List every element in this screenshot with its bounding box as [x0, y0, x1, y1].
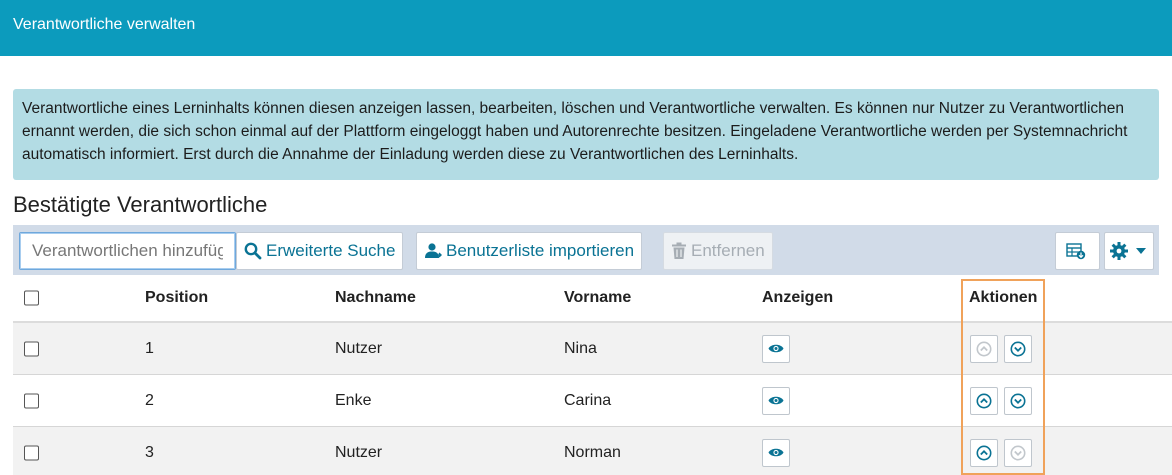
move-up-button[interactable] [970, 438, 998, 467]
search-icon [244, 242, 262, 260]
page-title: Verantwortliche verwalten [13, 16, 196, 33]
arrow-down-circle-icon [1010, 445, 1026, 460]
import-user-list-button[interactable]: Benutzerliste importieren [416, 232, 643, 270]
column-header-vorname[interactable]: Vorname [564, 289, 631, 307]
row-nachname: Nutzer [335, 443, 383, 461]
remove-label: Entfernen [691, 241, 765, 260]
move-down-button[interactable] [1004, 386, 1032, 415]
move-down-button[interactable] [1004, 334, 1032, 363]
row-checkbox[interactable] [24, 445, 39, 460]
section-title: Bestätigte Verantwortliche [13, 192, 268, 217]
column-header-anzeigen: Anzeigen [762, 289, 834, 306]
table-toolbar: Erweiterte Suche Benutzerliste importier… [13, 225, 1159, 275]
table-row: 2 Enke Carina [13, 375, 1172, 427]
caret-down-icon [1135, 248, 1146, 254]
view-button[interactable] [762, 334, 790, 363]
row-nachname: Enke [335, 391, 372, 409]
arrow-up-circle-icon [976, 341, 992, 356]
info-message: Verantwortliche eines Lerninhalts können… [13, 89, 1159, 180]
row-position: 1 [145, 339, 154, 357]
import-user-list-label: Benutzerliste importieren [446, 241, 635, 260]
row-checkbox[interactable] [24, 341, 39, 356]
remove-button[interactable]: Entfernen [663, 232, 773, 270]
arrow-up-circle-icon [976, 445, 992, 460]
select-all-checkbox[interactable] [24, 290, 39, 306]
move-up-button[interactable] [970, 334, 998, 363]
user-import-icon [425, 243, 442, 258]
view-button[interactable] [762, 386, 790, 415]
move-up-button[interactable] [970, 386, 998, 415]
row-position: 3 [145, 443, 154, 461]
add-responsible-input[interactable] [19, 232, 236, 270]
eye-icon [768, 396, 784, 405]
advanced-search-button[interactable]: Erweiterte Suche [236, 232, 404, 270]
table-export-icon [1065, 243, 1085, 260]
row-nachname: Nutzer [335, 339, 383, 357]
arrow-down-circle-icon [1010, 341, 1026, 356]
row-vorname: Carina [564, 391, 612, 409]
table-header-row: Position Nachname Vorname Anzeigen Aktio… [13, 275, 1172, 323]
row-vorname: Nina [564, 339, 597, 357]
eye-icon [768, 344, 784, 353]
arrow-up-circle-icon [976, 393, 992, 408]
eye-icon [768, 448, 784, 457]
page-header: Verantwortliche verwalten [0, 0, 1172, 56]
row-vorname: Norman [564, 443, 621, 461]
settings-dropdown-button[interactable] [1104, 232, 1154, 270]
export-button[interactable] [1055, 232, 1100, 270]
row-checkbox[interactable] [24, 393, 39, 408]
table-row: 3 Nutzer Norman [13, 427, 1172, 475]
table-row: 1 Nutzer Nina [13, 323, 1172, 375]
column-header-nachname[interactable]: Nachname [335, 289, 416, 307]
view-button[interactable] [762, 438, 790, 467]
trash-icon [672, 242, 686, 259]
row-position: 2 [145, 391, 154, 409]
column-header-aktionen: Aktionen [969, 289, 1038, 306]
move-down-button[interactable] [1004, 438, 1032, 467]
column-header-position[interactable]: Position [145, 289, 208, 307]
arrow-down-circle-icon [1010, 393, 1026, 408]
advanced-search-label: Erweiterte Suche [266, 241, 396, 260]
gear-icon [1109, 242, 1128, 260]
